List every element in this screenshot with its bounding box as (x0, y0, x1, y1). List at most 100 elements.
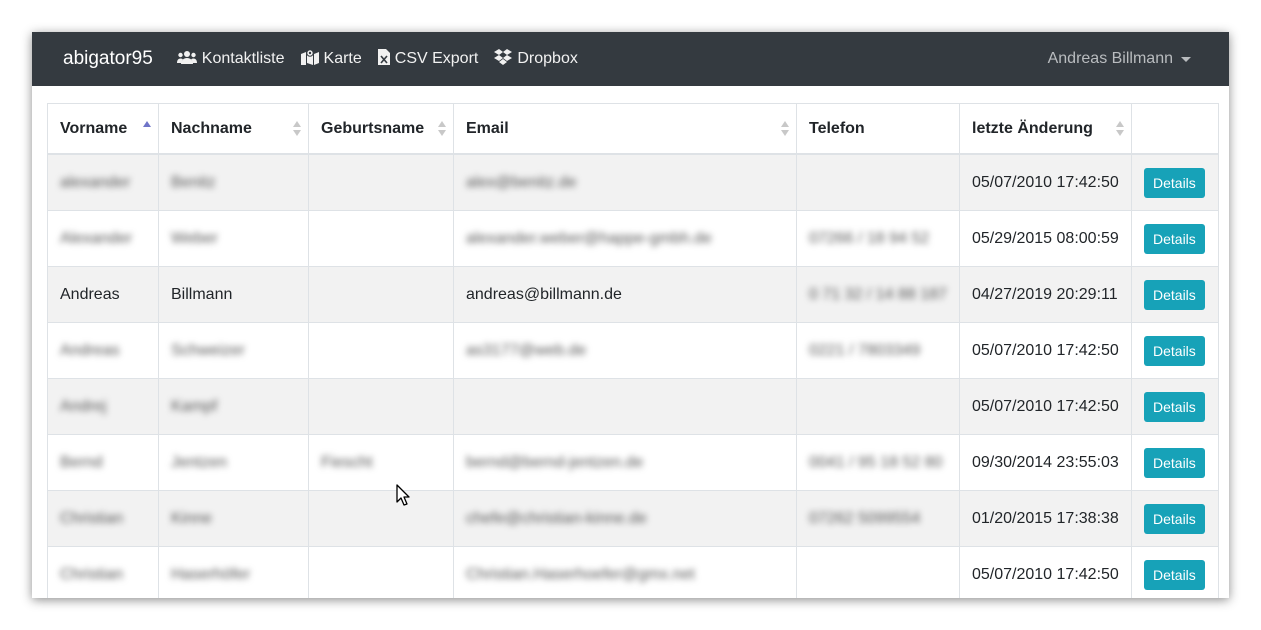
telefon-value: 0 71 32 / 14 88 187 (809, 285, 947, 303)
details-button[interactable]: Details (1144, 391, 1205, 422)
details-button[interactable]: Details (1144, 447, 1205, 478)
column-header-telefon[interactable]: Telefon (796, 103, 960, 155)
geburtsname-value: Fiescht (321, 453, 373, 471)
vorname-value: Andreas (60, 285, 120, 303)
cell-actions: Details (1131, 434, 1219, 491)
telefon-value: 0221 / 7803349 (809, 341, 921, 359)
details-button[interactable]: Details (1144, 167, 1205, 198)
details-button[interactable]: Details (1144, 335, 1205, 366)
cell-geburtsname: Fiescht (308, 434, 454, 491)
cell-nachname: Benitz (158, 153, 309, 211)
nav-label: Dropbox (517, 50, 578, 67)
cell-changed: 05/07/2010 17:42:50 (959, 153, 1132, 211)
table-header-row: Vorname Nachname Geburtsname Email Telef… (47, 103, 1219, 155)
map-icon (300, 48, 324, 70)
vorname-value: Andreas (60, 341, 120, 359)
table-row: Andrej Kampf 05/07/2010 17:42:50 Details (47, 378, 1219, 435)
column-header-letzte-aenderung[interactable]: letzte Änderung (959, 103, 1132, 155)
chevron-down-icon (1181, 56, 1191, 62)
cell-nachname: Jentzen (158, 434, 309, 491)
contacts-table: Vorname Nachname Geburtsname Email Telef… (47, 103, 1219, 598)
table-row: Christian Haserhöfer Christian.Haserhoefer… (47, 546, 1219, 598)
column-header-email[interactable]: Email (453, 103, 797, 155)
cell-telefon (796, 546, 960, 598)
nachname-value: Jentzen (171, 453, 228, 471)
nav-item-karte[interactable]: Karte (300, 48, 362, 70)
column-header-nachname[interactable]: Nachname (158, 103, 309, 155)
cell-vorname: Andrej (47, 378, 159, 435)
changed-value: 05/07/2010 17:42:50 (972, 341, 1119, 359)
table-row: alexander Benitz alex@benitz.de 05/07/2010 … (47, 153, 1219, 211)
cell-telefon: 0 71 32 / 14 88 187 (796, 266, 960, 323)
changed-value: 09/30/2014 23:55:03 (972, 453, 1119, 471)
column-header-actions (1131, 103, 1219, 155)
column-label: letzte Änderung (972, 119, 1093, 137)
column-header-vorname[interactable]: Vorname (47, 103, 159, 155)
cell-email: bernd@bernd-jentzen.de (453, 434, 797, 491)
telefon-value: 07262 5099554 (809, 509, 921, 527)
cell-geburtsname (308, 210, 454, 267)
changed-value: 05/07/2010 17:42:50 (972, 397, 1119, 415)
telefon-value: 0041 / 95 18 52 80 (809, 453, 943, 471)
email-value: andreas@billmann.de (466, 285, 622, 303)
nachname-value: Benitz (171, 173, 216, 191)
changed-value: 01/20/2015 17:38:38 (972, 509, 1119, 527)
cell-changed: 09/30/2014 23:55:03 (959, 434, 1132, 491)
cell-changed: 05/07/2010 17:42:50 (959, 322, 1132, 379)
csv-file-icon (377, 48, 395, 70)
cell-geburtsname (308, 546, 454, 598)
email-value: chefe@christian-kinne.de (466, 509, 647, 527)
sort-icon (1116, 121, 1124, 137)
details-button[interactable]: Details (1144, 223, 1205, 254)
nav-item-kontaktliste[interactable]: Kontaktliste (176, 50, 285, 69)
nachname-value: Haserhöfer (171, 565, 251, 583)
cell-vorname: Andreas (47, 266, 159, 323)
nachname-value: Kinne (171, 509, 212, 527)
table-row: Andreas Schweizer as3177@web.de 0221 / 7803… (47, 322, 1219, 379)
changed-value: 05/29/2015 08:00:59 (972, 229, 1119, 247)
email-value: bernd@bernd-jentzen.de (466, 453, 644, 471)
column-header-geburtsname[interactable]: Geburtsname (308, 103, 454, 155)
details-button[interactable]: Details (1144, 559, 1205, 590)
cell-email: andreas@billmann.de (453, 266, 797, 323)
cell-vorname: Christian (47, 490, 159, 547)
app-window: abigator95 Kontaktliste Karte CSV Export… (32, 32, 1229, 598)
mouse-cursor-icon (396, 484, 410, 511)
cell-telefon (796, 153, 960, 211)
cell-changed: 04/27/2019 20:29:11 (959, 266, 1132, 323)
cell-actions: Details (1131, 378, 1219, 435)
cell-actions: Details (1131, 210, 1219, 267)
cell-geburtsname (308, 153, 454, 211)
email-value: Christian.Haserhoefer@gmx.net (466, 565, 695, 583)
cell-vorname: Andreas (47, 322, 159, 379)
user-name: Andreas Billmann (1047, 50, 1173, 67)
cell-changed: 05/29/2015 08:00:59 (959, 210, 1132, 267)
sort-icon (781, 121, 789, 137)
cell-nachname: Haserhöfer (158, 546, 309, 598)
brand-link[interactable]: abigator95 (63, 48, 153, 70)
nachname-value: Kampf (171, 397, 218, 415)
nav-item-dropbox[interactable]: Dropbox (494, 48, 578, 70)
changed-value: 05/07/2010 17:42:50 (972, 565, 1119, 583)
column-label: Telefon (809, 119, 865, 137)
sort-icon (438, 121, 446, 137)
sort-icon (293, 121, 301, 137)
cell-telefon: 07266 / 18 94 52 (796, 210, 960, 267)
vorname-value: Christian (60, 565, 124, 583)
column-label: Vorname (60, 119, 128, 137)
cell-vorname: alexander (47, 153, 159, 211)
cell-geburtsname (308, 490, 454, 547)
vorname-value: Bernd (60, 453, 103, 471)
email-value: alexander.weber@happe-gmbh.de (466, 229, 712, 247)
column-label: Geburtsname (321, 119, 425, 137)
column-label: Email (466, 119, 509, 137)
nachname-value: Weber (171, 229, 218, 247)
cell-changed: 05/07/2010 17:42:50 (959, 378, 1132, 435)
changed-value: 05/07/2010 17:42:50 (972, 173, 1119, 191)
vorname-value: Andrej (60, 397, 107, 415)
cell-email: Christian.Haserhoefer@gmx.net (453, 546, 797, 598)
details-button[interactable]: Details (1144, 279, 1205, 310)
nav-item-csv-export[interactable]: CSV Export (377, 48, 478, 70)
details-button[interactable]: Details (1144, 503, 1205, 534)
user-menu-dropdown[interactable]: Andreas Billmann (1048, 32, 1191, 86)
